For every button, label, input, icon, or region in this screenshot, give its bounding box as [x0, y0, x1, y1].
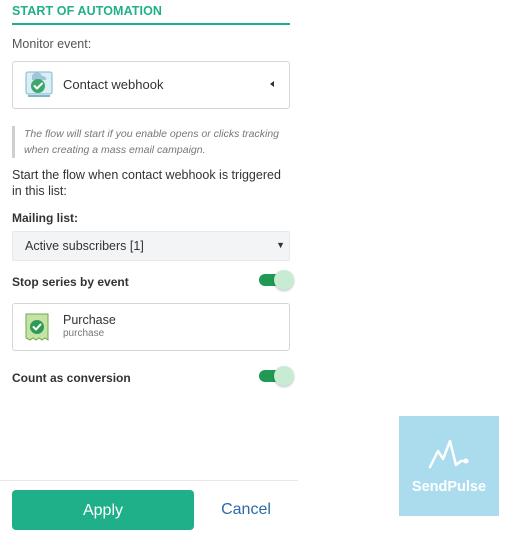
section-title: START OF AUTOMATION: [12, 4, 290, 25]
contact-webhook-icon: [25, 71, 53, 97]
caret-left-icon: [270, 81, 274, 87]
automation-panel: START OF AUTOMATION Monitor event: Conta…: [0, 0, 300, 536]
mailing-list-select[interactable]: Active subscribers [1] ▼: [12, 231, 290, 261]
count-conversion-label: Count as conversion: [12, 371, 131, 385]
mailing-list-label: Mailing list:: [12, 211, 78, 225]
stop-series-label: Stop series by event: [12, 275, 129, 289]
monitor-event-select[interactable]: Contact webhook: [12, 61, 290, 109]
monitor-event-value: Contact webhook: [63, 77, 164, 92]
start-flow-text: Start the flow when contact webhook is t…: [12, 168, 281, 198]
mailing-list-value: Active subscribers [1]: [25, 239, 144, 253]
toggle-knob: [274, 366, 294, 386]
stop-series-toggle[interactable]: [259, 270, 294, 290]
pulse-icon: [428, 439, 469, 469]
chevron-down-icon: ▼: [276, 240, 285, 250]
monitor-event-label: Monitor event:: [12, 37, 92, 51]
apply-button[interactable]: Apply: [12, 490, 194, 530]
hint-note: The flow will start if you enable opens …: [12, 126, 290, 158]
cancel-button[interactable]: Cancel: [204, 490, 288, 530]
sendpulse-logo: SendPulse: [399, 416, 499, 516]
event-card-subtitle: purchase: [63, 328, 105, 339]
purchase-event-card[interactable]: Purchase purchase: [12, 303, 290, 351]
toggle-knob: [274, 270, 294, 290]
footer-divider: [0, 480, 298, 481]
event-card-title: Purchase: [63, 313, 116, 327]
count-conversion-toggle[interactable]: [259, 366, 294, 386]
receipt-check-icon: [25, 313, 49, 341]
brand-name: SendPulse: [411, 479, 487, 495]
